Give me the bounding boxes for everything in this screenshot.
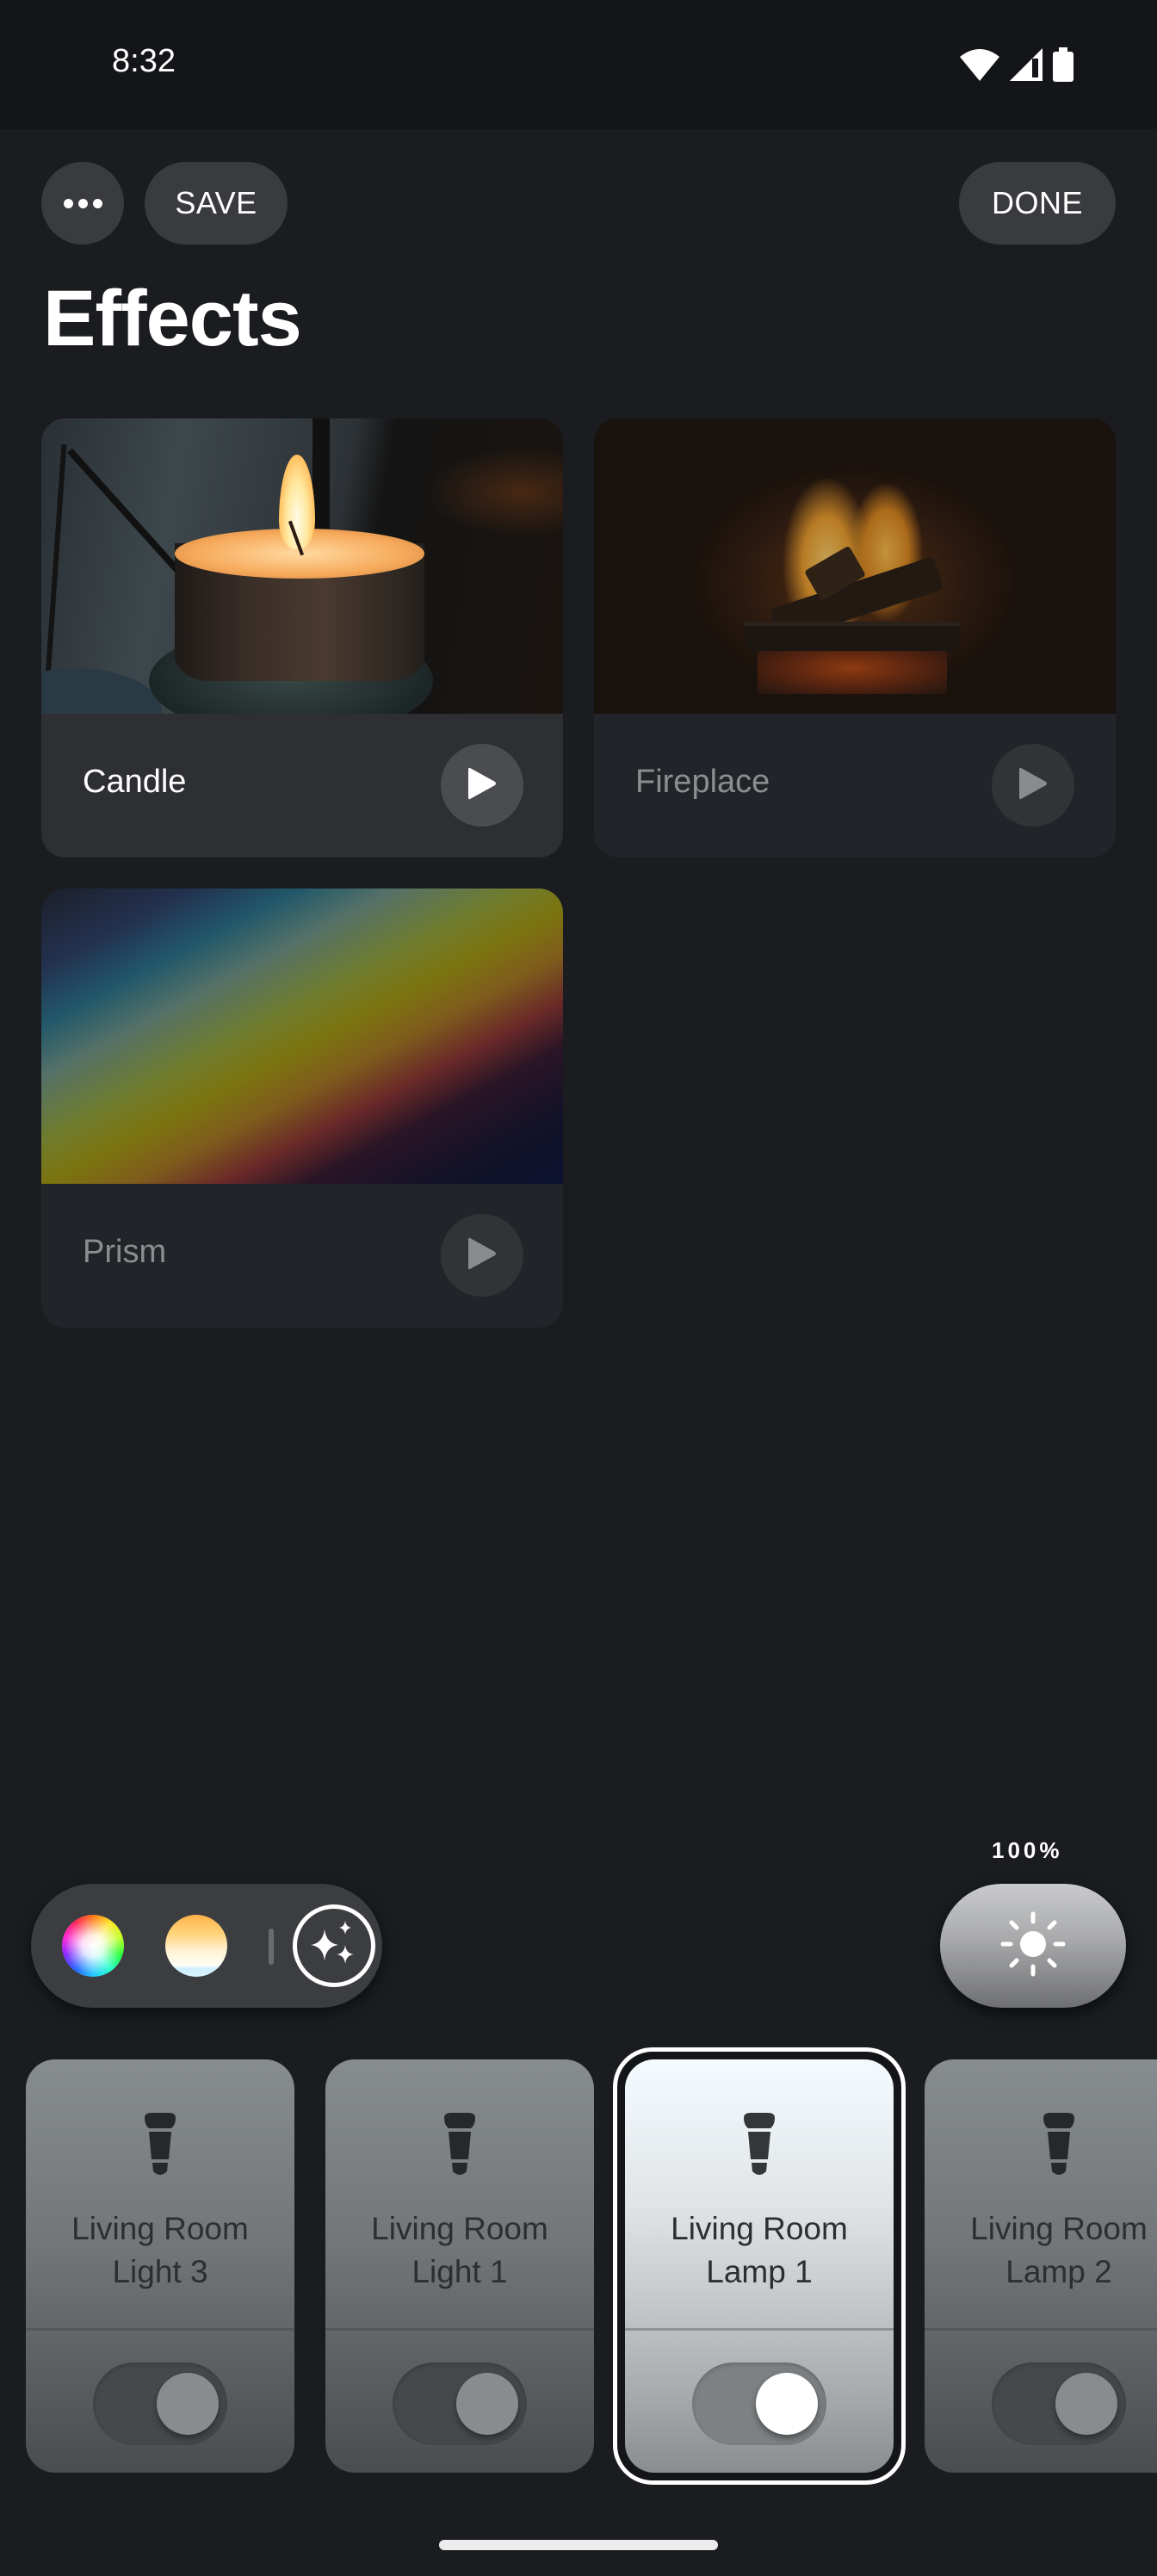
wifi-icon (960, 48, 999, 81)
status-time: 8:32 (112, 43, 176, 79)
light-tile-living-room-lamp-2[interactable]: Living Room Lamp 2 (925, 2059, 1157, 2473)
bulb-icon (442, 2113, 477, 2180)
bulb-icon (742, 2113, 776, 2180)
save-button[interactable]: SAVE (145, 162, 288, 245)
mode-selector (31, 1884, 382, 2008)
light-name: Living Room Light 3 (71, 2211, 249, 2289)
light-name: Living Room Lamp 2 (970, 2211, 1148, 2289)
effect-card-footer: Fireplace (594, 714, 1116, 858)
toggle-knob (456, 2373, 518, 2435)
effect-name: Fireplace (635, 764, 770, 800)
sun-icon (1000, 1911, 1066, 1980)
done-button[interactable]: DONE (959, 162, 1116, 245)
light-name: Living Room Lamp 1 (671, 2211, 848, 2289)
effect-card-prism[interactable]: Prism (41, 889, 563, 1328)
light-tile-living-room-light-1[interactable]: Living Room Light 1 (325, 2059, 594, 2473)
light-name: Living Room Light 1 (371, 2211, 548, 2289)
toggle-knob (157, 2373, 219, 2435)
toggle-knob (1055, 2373, 1117, 2435)
light-toggle[interactable] (992, 2362, 1126, 2445)
light-toggle[interactable] (393, 2362, 527, 2445)
effects-sparkle-icon (304, 1914, 364, 1978)
tile-divider (625, 2328, 894, 2331)
bulb-icon (143, 2113, 177, 2180)
candle-thumbnail (41, 418, 563, 754)
light-tile-living-room-light-3[interactable]: Living Room Light 3 (26, 2059, 294, 2473)
effect-card-fireplace[interactable]: Fireplace (594, 418, 1116, 858)
color-wheel-icon[interactable] (62, 1915, 124, 1977)
battery-icon (1053, 47, 1073, 82)
effects-mode-button[interactable] (293, 1904, 375, 1987)
play-button[interactable] (441, 744, 523, 827)
more-options-button[interactable] (41, 162, 124, 245)
play-button[interactable] (992, 744, 1074, 827)
fireplace-thumbnail (594, 418, 1116, 714)
home-indicator[interactable] (439, 2540, 718, 2550)
play-button[interactable] (441, 1214, 523, 1297)
play-icon (467, 766, 498, 804)
bulb-icon (1042, 2113, 1076, 2180)
effect-name: Candle (83, 764, 187, 800)
status-bar: 8:32 (0, 0, 1157, 129)
light-toggle[interactable] (93, 2362, 227, 2445)
play-icon (467, 1236, 498, 1274)
tile-divider (325, 2328, 594, 2331)
more-horizontal-icon (63, 198, 102, 208)
mode-divider (269, 1929, 274, 1965)
effect-name: Prism (83, 1234, 167, 1270)
white-temperature-icon[interactable] (165, 1915, 227, 1977)
status-icons (960, 47, 1073, 82)
toggle-knob (756, 2373, 818, 2435)
tile-divider (925, 2328, 1157, 2331)
brightness-button[interactable] (940, 1884, 1126, 2008)
effect-card-candle[interactable]: Candle (41, 418, 563, 858)
tile-divider (26, 2328, 294, 2331)
prism-thumbnail (41, 889, 563, 1184)
page-title: Effects (43, 275, 302, 362)
effect-card-footer: Prism (41, 1184, 563, 1328)
effect-card-footer: Candle (41, 714, 563, 858)
light-toggle[interactable] (692, 2362, 826, 2445)
play-icon (1018, 766, 1049, 804)
brightness-value: 100% (992, 1837, 1063, 1863)
cell-signal-icon (1010, 48, 1043, 81)
light-tile-living-room-lamp-1[interactable]: Living Room Lamp 1 (625, 2059, 894, 2473)
